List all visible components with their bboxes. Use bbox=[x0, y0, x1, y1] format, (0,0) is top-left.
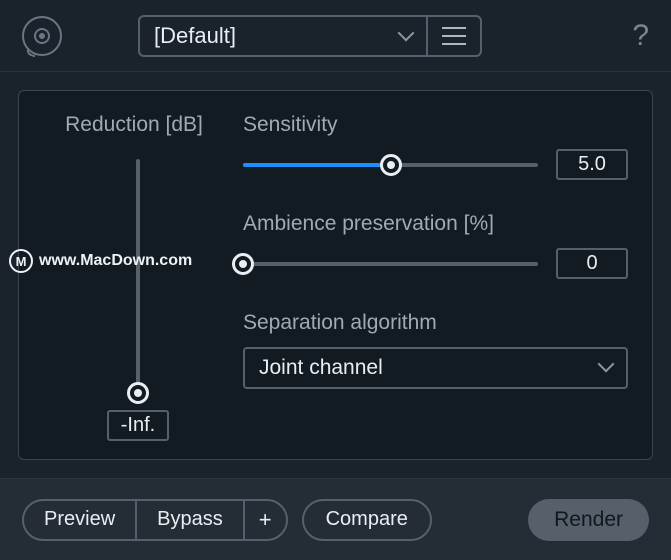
compare-button[interactable]: Compare bbox=[302, 499, 432, 541]
help-button[interactable]: ? bbox=[632, 19, 649, 53]
preview-button[interactable]: Preview bbox=[24, 501, 137, 539]
reduction-label: Reduction [dB] bbox=[65, 113, 203, 137]
reduction-slider[interactable] bbox=[136, 159, 140, 398]
bypass-button[interactable]: Bypass bbox=[137, 501, 245, 539]
sensitivity-label: Sensitivity bbox=[243, 113, 628, 137]
preset-dropdown[interactable]: [Default] bbox=[140, 17, 428, 55]
sensitivity-slider-thumb[interactable] bbox=[380, 154, 402, 176]
app-logo-icon bbox=[22, 16, 62, 56]
hamburger-icon bbox=[442, 27, 466, 45]
watermark-text: www.MacDown.com bbox=[39, 252, 192, 270]
algorithm-value: Joint channel bbox=[259, 356, 383, 380]
render-button[interactable]: Render bbox=[528, 499, 649, 541]
ambience-slider-thumb[interactable] bbox=[232, 253, 254, 275]
ambience-slider[interactable] bbox=[243, 262, 538, 266]
reduction-slider-thumb[interactable] bbox=[127, 382, 149, 404]
add-button[interactable]: + bbox=[245, 501, 286, 539]
sensitivity-slider[interactable] bbox=[243, 163, 538, 167]
chevron-down-icon bbox=[600, 356, 612, 380]
algorithm-label: Separation algorithm bbox=[243, 311, 628, 335]
ambience-label: Ambience preservation [%] bbox=[243, 212, 628, 236]
chevron-down-icon bbox=[400, 23, 412, 49]
sensitivity-value[interactable]: 5.0 bbox=[556, 149, 628, 180]
watermark: M www.MacDown.com bbox=[9, 249, 192, 273]
preset-menu-button[interactable] bbox=[428, 17, 480, 55]
algorithm-dropdown[interactable]: Joint channel bbox=[243, 347, 628, 389]
watermark-icon: M bbox=[9, 249, 33, 273]
preset-label: [Default] bbox=[154, 23, 236, 49]
reduction-value[interactable]: -Inf. bbox=[107, 410, 169, 441]
ambience-value[interactable]: 0 bbox=[556, 248, 628, 279]
